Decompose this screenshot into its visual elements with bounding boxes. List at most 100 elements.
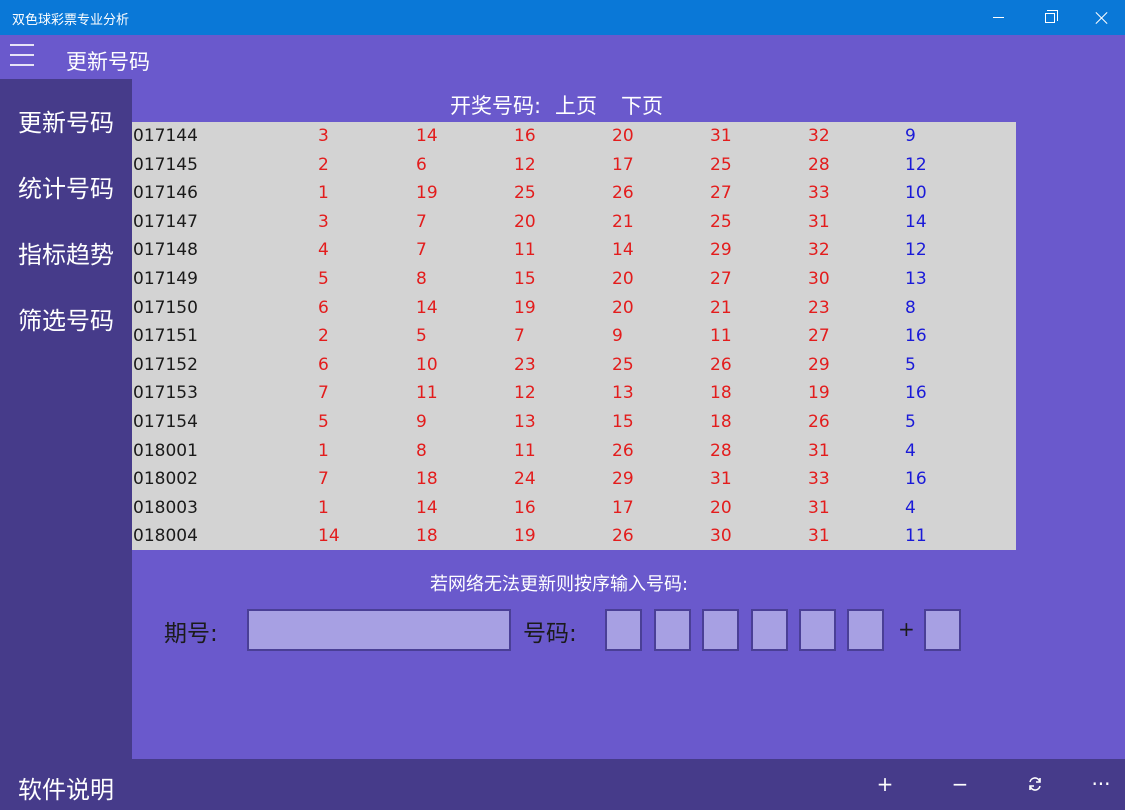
red-ball-number: 10 bbox=[416, 354, 438, 375]
table-row: 017154 5 9 13 15 18 26 5 bbox=[132, 408, 1016, 437]
red-number-input-6[interactable] bbox=[847, 609, 884, 651]
hamburger-menu-icon[interactable] bbox=[10, 44, 35, 66]
red-ball-number: 33 bbox=[808, 469, 830, 490]
table-row: 017153 7 11 12 13 18 19 16 bbox=[132, 379, 1016, 408]
red-ball-number: 16 bbox=[514, 126, 536, 146]
red-number-input-2[interactable] bbox=[654, 609, 691, 651]
blue-ball-number: 13 bbox=[905, 269, 927, 289]
issue-number: 017153 bbox=[133, 383, 198, 404]
blue-number-input[interactable] bbox=[924, 609, 961, 651]
minimize-icon bbox=[992, 17, 1004, 18]
blue-ball-number: 12 bbox=[905, 154, 927, 175]
red-ball-number: 14 bbox=[416, 497, 438, 518]
red-ball-number: 19 bbox=[416, 183, 438, 204]
red-ball-number: 16 bbox=[514, 497, 536, 518]
red-ball-number: 31 bbox=[808, 440, 830, 461]
red-ball-number: 25 bbox=[514, 183, 536, 204]
table-row: 017146 1 19 25 26 27 33 10 bbox=[132, 179, 1016, 208]
app-header: 更新号码 bbox=[0, 35, 1125, 79]
blue-ball-number: 12 bbox=[905, 240, 927, 261]
red-ball-number: 29 bbox=[710, 240, 732, 261]
restore-button[interactable] bbox=[1027, 0, 1073, 35]
plus-icon[interactable]: + bbox=[872, 771, 898, 797]
manual-entry-hint: 若网络无法更新则按序输入号码: bbox=[430, 574, 689, 595]
red-ball-number: 21 bbox=[612, 211, 634, 232]
plus-separator: + bbox=[898, 617, 915, 641]
about-software-link[interactable]: 软件说明 bbox=[18, 770, 114, 805]
red-ball-number: 7 bbox=[318, 383, 329, 404]
red-number-input-4[interactable] bbox=[751, 609, 788, 651]
red-ball-number: 17 bbox=[612, 497, 634, 518]
red-ball-number: 19 bbox=[808, 383, 830, 404]
red-number-input-5[interactable] bbox=[799, 609, 836, 651]
blue-ball-number: 9 bbox=[905, 126, 916, 146]
red-ball-number: 9 bbox=[416, 412, 427, 432]
blue-ball-number: 16 bbox=[905, 469, 927, 490]
issue-number: 017148 bbox=[133, 240, 198, 261]
red-ball-number: 1 bbox=[318, 497, 329, 518]
red-ball-number: 31 bbox=[710, 469, 732, 490]
red-number-input-3[interactable] bbox=[702, 609, 739, 651]
red-ball-number: 26 bbox=[612, 526, 634, 547]
red-ball-number: 33 bbox=[808, 183, 830, 204]
table-row: 018003 1 14 16 17 20 31 4 bbox=[132, 494, 1016, 523]
red-ball-number: 14 bbox=[416, 126, 438, 146]
blue-ball-number: 16 bbox=[905, 326, 927, 347]
blue-ball-number: 14 bbox=[905, 211, 927, 232]
table-row: 018004 14 18 19 26 30 31 11 bbox=[132, 522, 1016, 551]
red-number-input-1[interactable] bbox=[605, 609, 642, 651]
table-row: 017148 4 7 11 14 29 32 12 bbox=[132, 236, 1016, 265]
issue-number: 017150 bbox=[133, 297, 198, 318]
sidebar-item-filter[interactable]: 筛选号码 bbox=[18, 301, 114, 336]
red-ball-number: 28 bbox=[710, 440, 732, 461]
red-ball-number: 8 bbox=[416, 269, 427, 289]
red-ball-number: 2 bbox=[318, 154, 329, 175]
red-ball-number: 23 bbox=[808, 297, 830, 318]
red-ball-number: 25 bbox=[612, 354, 634, 375]
next-page-link[interactable]: 下页 bbox=[621, 90, 663, 120]
issue-number: 017152 bbox=[133, 354, 198, 375]
prev-page-link[interactable]: 上页 bbox=[555, 90, 597, 120]
red-ball-number: 3 bbox=[318, 211, 329, 232]
period-input[interactable] bbox=[247, 609, 511, 651]
red-ball-number: 2 bbox=[318, 326, 329, 347]
blue-ball-number: 4 bbox=[905, 440, 916, 461]
table-row: 017151 2 5 7 9 11 27 16 bbox=[132, 322, 1016, 351]
red-ball-number: 29 bbox=[808, 354, 830, 375]
sidebar-item-trend[interactable]: 指标趋势 bbox=[18, 235, 114, 270]
red-ball-number: 11 bbox=[514, 240, 536, 261]
minimize-button[interactable] bbox=[975, 0, 1021, 35]
window-title: 双色球彩票专业分析 bbox=[12, 13, 130, 28]
more-icon[interactable]: ··· bbox=[1086, 771, 1116, 797]
red-ball-number: 27 bbox=[808, 326, 830, 347]
red-ball-number: 30 bbox=[808, 269, 830, 289]
red-ball-number: 19 bbox=[514, 297, 536, 318]
red-ball-number: 28 bbox=[808, 154, 830, 175]
red-ball-number: 11 bbox=[416, 383, 438, 404]
red-ball-number: 20 bbox=[612, 126, 634, 146]
period-label: 期号: bbox=[164, 621, 218, 647]
red-ball-number: 26 bbox=[612, 183, 634, 204]
red-ball-number: 7 bbox=[416, 240, 427, 261]
results-heading: 开奖号码: bbox=[450, 94, 542, 118]
red-ball-number: 32 bbox=[808, 240, 830, 261]
sidebar-item-update[interactable]: 更新号码 bbox=[18, 103, 114, 138]
sidebar-item-statistics[interactable]: 统计号码 bbox=[18, 169, 114, 204]
issue-number: 017154 bbox=[133, 412, 198, 432]
issue-number: 018004 bbox=[133, 526, 198, 547]
blue-ball-number: 10 bbox=[905, 183, 927, 204]
close-button[interactable] bbox=[1079, 0, 1125, 35]
red-ball-number: 23 bbox=[514, 354, 536, 375]
red-ball-number: 29 bbox=[612, 469, 634, 490]
red-ball-number: 5 bbox=[416, 326, 427, 347]
results-table: 017144 3 14 16 20 31 32 9 017145 2 6 12 17 25 28 12 0171… bbox=[132, 122, 1016, 550]
blue-ball-number: 5 bbox=[905, 412, 916, 432]
table-row: 018002 7 18 24 29 31 33 16 bbox=[132, 465, 1016, 494]
red-ball-number: 31 bbox=[710, 126, 732, 146]
refresh-icon[interactable] bbox=[1022, 771, 1048, 797]
red-ball-number: 18 bbox=[710, 412, 732, 432]
minus-icon[interactable]: − bbox=[947, 771, 973, 797]
red-ball-number: 18 bbox=[710, 383, 732, 404]
red-ball-number: 12 bbox=[514, 154, 536, 175]
red-ball-number: 25 bbox=[710, 211, 732, 232]
